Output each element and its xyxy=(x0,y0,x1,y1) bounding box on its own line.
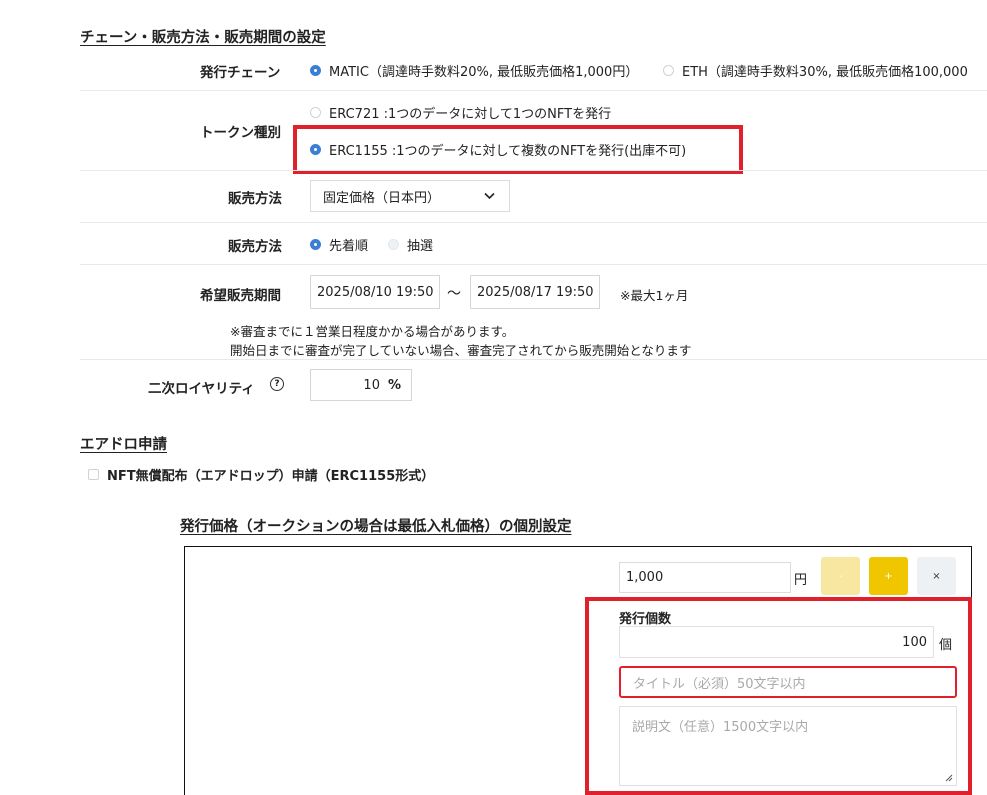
sales-method-select[interactable]: 固定価格（日本円） xyxy=(310,180,510,212)
divider xyxy=(80,264,987,265)
token-label: トークン種別 xyxy=(200,125,281,141)
increment-glyph: + xyxy=(884,570,893,582)
chain-label: 発行チェーン xyxy=(200,65,281,81)
royalty-label: 二次ロイヤリティ xyxy=(148,381,255,397)
help-icon-glyph: ? xyxy=(274,379,280,389)
remove-item-button[interactable]: × xyxy=(917,557,956,595)
radio-eth[interactable] xyxy=(663,65,674,76)
royalty-input[interactable]: 10 % xyxy=(310,369,412,401)
period-end-input[interactable]: 2025/08/17 19:50 xyxy=(470,275,600,309)
highlight-box-item xyxy=(585,597,972,795)
price-section-title: 発行価格（オークションの場合は最低入札価格）の個別設定 xyxy=(180,519,572,535)
sales-order-first-label: 先着順 xyxy=(329,239,369,254)
divider xyxy=(80,90,987,91)
airdrop-section-title: エアドロ申請 xyxy=(80,437,167,453)
royalty-value: 10 xyxy=(363,377,380,393)
chain-option-eth[interactable]: ETH（調達時手数料30%, 最低販売価格100,000 xyxy=(663,61,968,80)
sales-order-first[interactable]: 先着順 xyxy=(310,235,368,254)
period-note-line2: 開始日までに審査が完了していない場合、審査完了されてから販売開始となります xyxy=(230,343,692,358)
divider xyxy=(80,222,987,223)
chain-section-title: チェーン・販売方法・販売期間の設定 xyxy=(80,30,326,46)
close-icon: × xyxy=(932,570,941,582)
royalty-unit: % xyxy=(387,377,401,393)
token-option-721[interactable]: ERC721 :1つのデータに対して1つのNFTを発行 xyxy=(310,103,611,122)
radio-first-come[interactable] xyxy=(310,239,321,250)
sales-order-lottery[interactable]: 抽選 xyxy=(388,235,433,254)
period-note-line1: ※審査までに１営業日程度かかる場合があります。 xyxy=(230,324,515,339)
increment-button[interactable]: + xyxy=(869,557,908,595)
sales-method-selected: 固定価格（日本円） xyxy=(323,190,441,206)
radio-matic[interactable] xyxy=(310,65,321,76)
highlight-box-token xyxy=(293,125,743,174)
help-icon[interactable]: ? xyxy=(270,377,284,391)
price-input[interactable]: 1,000 xyxy=(619,562,791,593)
airdrop-checkbox-row[interactable]: NFT無償配布（エアドロップ）申請（ERC1155形式） xyxy=(88,465,434,484)
price-yen-unit: 円 xyxy=(794,573,808,588)
period-label: 希望販売期間 xyxy=(200,288,281,304)
sales-method-label: 販売方法 xyxy=(228,191,282,207)
chain-option-matic-label: MATIC（調達時手数料20%, 最低販売価格1,000円） xyxy=(329,65,639,80)
decrement-glyph: - xyxy=(838,570,843,582)
chain-option-matic[interactable]: MATIC（調達時手数料20%, 最低販売価格1,000円） xyxy=(310,61,638,80)
sales-order-label: 販売方法 xyxy=(228,239,282,255)
airdrop-checkbox[interactable] xyxy=(88,469,99,480)
chevron-down-icon xyxy=(484,192,495,200)
period-start-input[interactable]: 2025/08/10 19:50 xyxy=(310,275,440,309)
radio-erc721[interactable] xyxy=(310,107,321,118)
decrement-button[interactable]: - xyxy=(821,557,860,595)
token-option-721-label: ERC721 :1つのデータに対して1つのNFTを発行 xyxy=(329,107,612,122)
divider xyxy=(80,359,987,360)
airdrop-checkbox-label: NFT無償配布（エアドロップ）申請（ERC1155形式） xyxy=(107,469,435,484)
period-tilde: 〜 xyxy=(447,286,461,302)
divider xyxy=(80,170,987,171)
radio-lottery[interactable] xyxy=(388,239,399,250)
chain-option-eth-label: ETH（調達時手数料30%, 最低販売価格100,000 xyxy=(682,65,968,80)
sales-order-lottery-label: 抽選 xyxy=(407,239,434,254)
period-max-note: ※最大1ヶ月 xyxy=(620,288,689,303)
